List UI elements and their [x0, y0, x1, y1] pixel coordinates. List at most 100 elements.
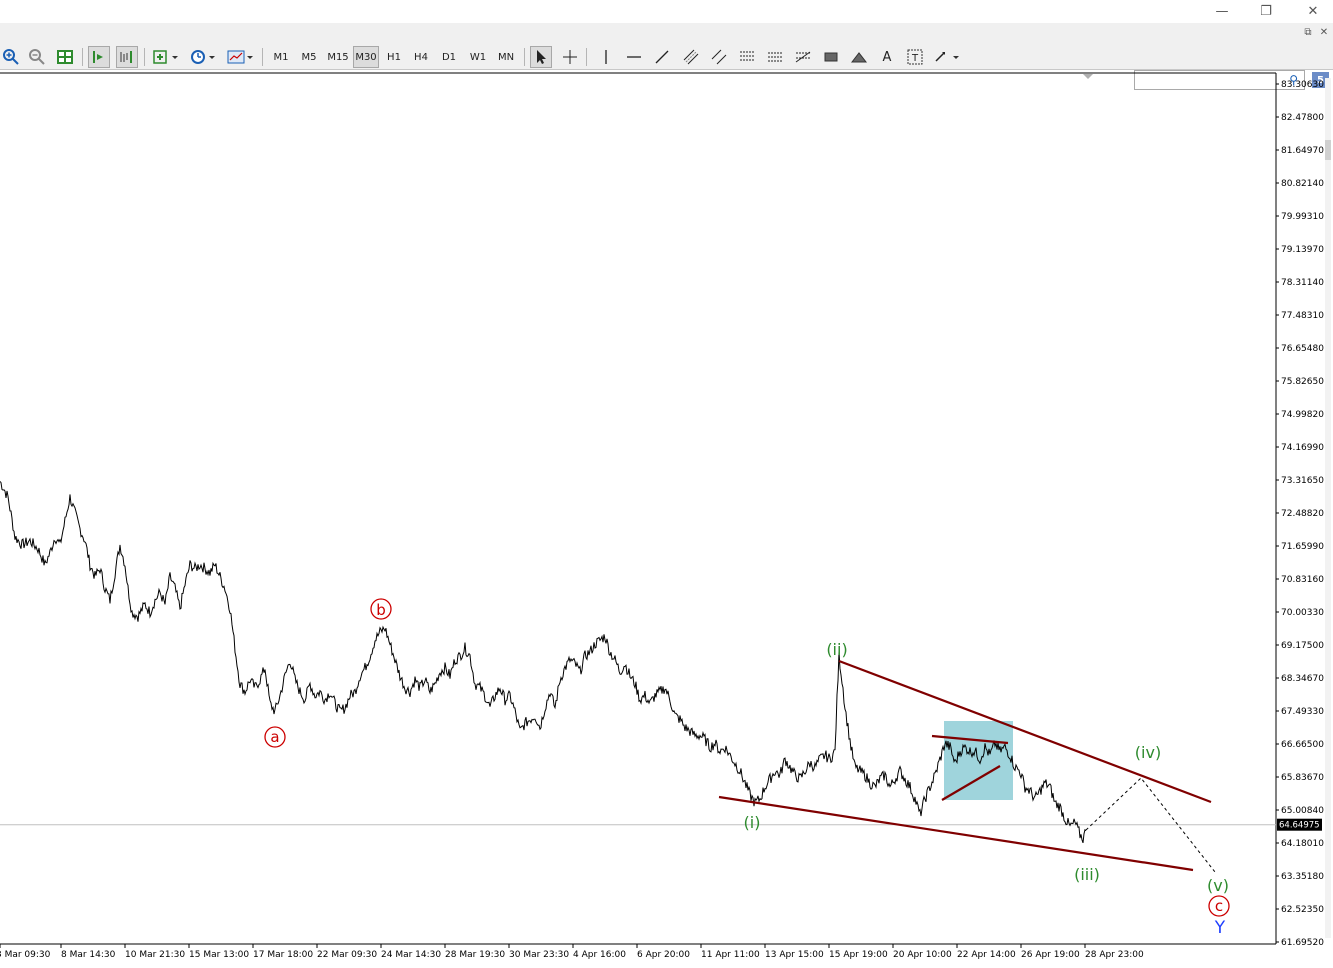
restore-icon[interactable]: ❐: [1252, 2, 1280, 20]
time-axis-label: 8 Mar 14:30: [61, 950, 116, 960]
regression-channel-button[interactable]: [708, 46, 730, 68]
time-axis-label: 6 Apr 20:00: [637, 950, 690, 960]
equidistant-channel-icon: [683, 49, 699, 65]
time-axis-label: 13 Apr 15:00: [765, 950, 824, 960]
fibonacci-retracement-button[interactable]: [736, 46, 758, 68]
crosshair-button[interactable]: [559, 46, 581, 68]
price-chart[interactable]: 83.30630 82.47800 81.64970 80.82140 79.99310…: [0, 70, 1333, 964]
cursor-icon: [537, 50, 546, 64]
timeframe-w1[interactable]: W1: [465, 46, 491, 68]
periods-button[interactable]: [188, 46, 218, 68]
crosshair-icon: [563, 50, 577, 64]
price-axis-label: 80.82140: [1281, 179, 1324, 189]
time-axis-label: 30 Mar 23:30: [509, 950, 569, 960]
price-axis-label: 82.47800: [1281, 113, 1324, 123]
price-axis-label: 68.34670: [1281, 674, 1324, 684]
chart-area[interactable]: 83.30630 82.47800 81.64970 80.82140 79.99310…: [0, 70, 1333, 964]
chart-shift-marker[interactable]: [1083, 74, 1093, 79]
price-axis-label: 70.00330: [1281, 608, 1324, 618]
time-axis-label: 26 Apr 19:00: [1021, 950, 1080, 960]
time-axis-label: 15 Apr 19:00: [829, 950, 888, 960]
price-axis-label: 78.31140: [1281, 278, 1324, 288]
time-axis-label: 15 Mar 13:00: [189, 950, 249, 960]
price-axis-label: 72.48820: [1281, 509, 1324, 519]
timeframe-m1[interactable]: M1: [268, 46, 294, 68]
toolbar-separator: [524, 48, 525, 66]
trendline-icon: [655, 50, 669, 64]
price-axis-label: 69.17500: [1281, 641, 1324, 651]
time-axis-label: 3 Mar 09:30: [0, 950, 51, 960]
text-label-glyph: T: [911, 53, 919, 64]
price-axis-label: 65.83670: [1281, 773, 1324, 783]
inner-close-icon[interactable]: ✕: [1316, 23, 1332, 41]
time-axis-label: 20 Apr 10:00: [893, 950, 952, 960]
arrows-icon: [935, 52, 959, 62]
price-axis-label: 76.65480: [1281, 344, 1324, 354]
fibonacci-fan-icon: [768, 52, 782, 62]
cursor-button[interactable]: [530, 46, 552, 68]
time-axis-label: 22 Mar 09:30: [317, 950, 377, 960]
scrollbar[interactable]: [1325, 78, 1331, 938]
zoom-in-icon: [3, 49, 19, 65]
tile-windows-button[interactable]: [54, 46, 76, 68]
chart-shift-icon: [120, 51, 132, 63]
zoom-out-icon: [29, 49, 45, 65]
wave-iii-label: (iii): [1074, 865, 1100, 884]
inner-restore-icon[interactable]: ⧉: [1300, 23, 1316, 41]
wave-a-label: a: [270, 728, 279, 746]
indicators-button[interactable]: [151, 46, 181, 68]
lower-wedge-line: [718, 795, 1194, 872]
price-axis-label: 83.30630: [1281, 80, 1324, 90]
price-axis-label: 65.00840: [1281, 806, 1324, 816]
time-axis-label: 11 Apr 11:00: [701, 950, 760, 960]
regression-channel-icon: [711, 49, 727, 65]
fibonacci-retracement-icon: [740, 51, 754, 61]
timeframe-d1[interactable]: D1: [436, 46, 462, 68]
toolbar-separator: [586, 48, 587, 66]
close-icon[interactable]: ✕: [1299, 2, 1327, 20]
vertical-line-icon: [605, 50, 607, 64]
current-price-value: 64.64975: [1279, 821, 1320, 831]
arrows-button[interactable]: [932, 46, 962, 68]
clock-icon: [191, 50, 215, 64]
trendline-button[interactable]: [651, 46, 673, 68]
text-tool-button[interactable]: A: [876, 46, 898, 68]
price-axis-label: 67.49330: [1281, 707, 1324, 717]
timeframe-m15[interactable]: M15: [324, 46, 352, 68]
templates-button[interactable]: [226, 46, 256, 68]
fibonacci-fan-button[interactable]: [764, 46, 786, 68]
upper-wedge-line: [838, 659, 1212, 804]
price-axis-label: 71.65990: [1281, 542, 1324, 552]
toolbar-separator: [144, 48, 145, 66]
rectangle-icon: [824, 52, 838, 62]
vertical-line-button[interactable]: [595, 46, 617, 68]
timeframe-m5[interactable]: M5: [296, 46, 322, 68]
zoom-out-button[interactable]: [26, 46, 48, 68]
price-axis-label: 74.99820: [1281, 410, 1324, 420]
timeframe-mn[interactable]: MN: [493, 46, 519, 68]
price-axis-label: 70.83160: [1281, 575, 1324, 585]
timeframe-h4[interactable]: H4: [408, 46, 434, 68]
zoom-in-button[interactable]: [0, 46, 22, 68]
minimize-icon[interactable]: —: [1208, 2, 1236, 20]
equidistant-channel-button[interactable]: [680, 46, 702, 68]
timeframe-m30[interactable]: M30: [353, 46, 379, 68]
tile-windows-icon: [57, 50, 73, 64]
toolbar-separator: [82, 48, 83, 66]
auto-scroll-button[interactable]: [88, 46, 110, 68]
scrollbar-thumb[interactable]: [1325, 140, 1331, 160]
time-axis-label: 22 Apr 14:00: [957, 950, 1016, 960]
rectangle-button[interactable]: [820, 46, 842, 68]
timeframe-h1[interactable]: H1: [381, 46, 407, 68]
price-axis-label: 77.48310: [1281, 311, 1324, 321]
text-label-button[interactable]: T: [904, 46, 926, 68]
chart-shift-button[interactable]: [116, 46, 138, 68]
price-axis-label: 66.66500: [1281, 740, 1324, 750]
price-axis-label: 74.16990: [1281, 443, 1324, 453]
triangle-button[interactable]: [848, 46, 870, 68]
wave-b-label: b: [376, 601, 386, 619]
wave-c-label: c: [1215, 897, 1223, 915]
fibonacci-arcs-button[interactable]: [792, 46, 814, 68]
horizontal-line-button[interactable]: [623, 46, 645, 68]
toolbar-separator: [262, 48, 263, 66]
